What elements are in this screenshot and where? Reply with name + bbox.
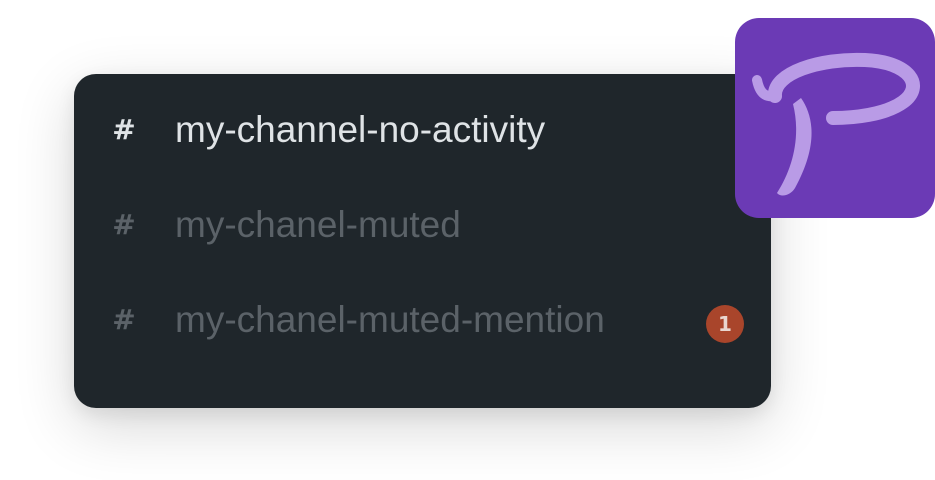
channel-hash-icon: # [112, 208, 136, 241]
mention-count-badge: 1 [706, 305, 744, 343]
channel-hash-icon: # [112, 303, 136, 336]
pidgin-p-logo-icon [735, 18, 935, 218]
channel-hash-icon: # [112, 113, 136, 146]
channel-name: my-chanel-muted [175, 204, 461, 245]
stage: # my-channel-no-activity # my-chanel-mut… [0, 0, 935, 480]
channel-item-no-activity[interactable]: # my-channel-no-activity [0, 100, 697, 160]
channel-name: my-channel-no-activity [175, 109, 546, 150]
logo-mark [752, 52, 920, 196]
channel-name: my-chanel-muted-mention [175, 299, 605, 340]
channel-item-muted[interactable]: # my-chanel-muted [0, 195, 697, 255]
channel-item-muted-mention[interactable]: # my-chanel-muted-mention 1 [0, 290, 744, 350]
